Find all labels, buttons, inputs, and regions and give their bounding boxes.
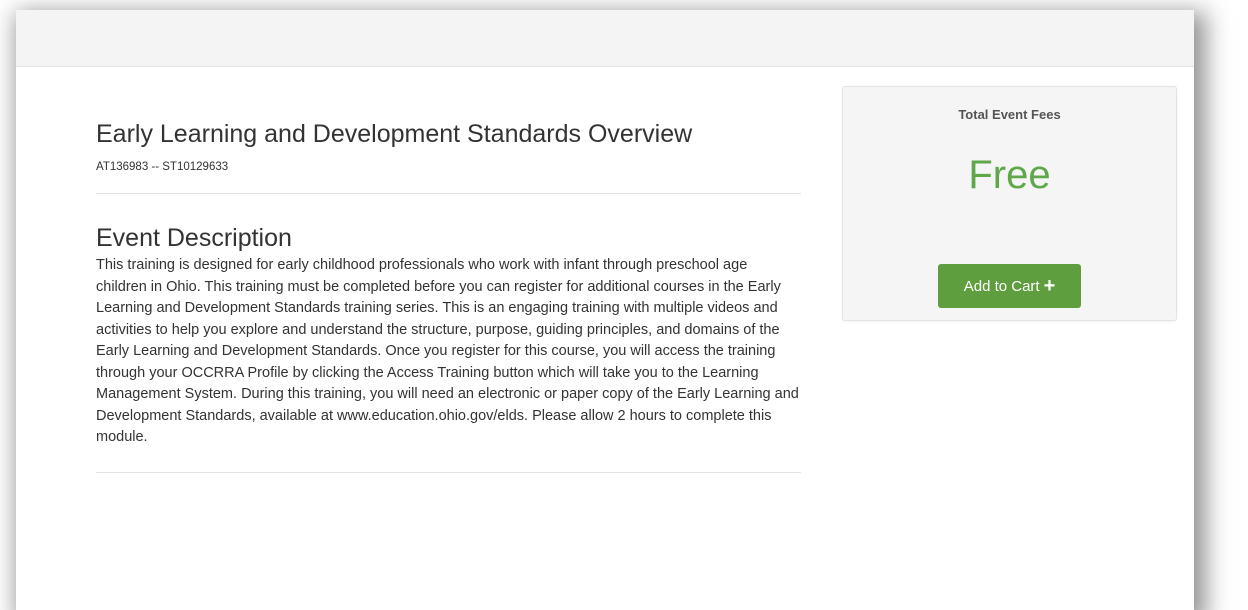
event-description-heading: Event Description (96, 224, 292, 252)
event-page: Early Learning and Development Standards… (16, 67, 1194, 610)
event-fees-panel: Total Event Fees Free Add to Cart + (842, 86, 1177, 321)
divider (96, 471, 801, 473)
event-codes: AT136983 -- ST10129633 (96, 161, 229, 173)
total-event-fees-label: Total Event Fees (958, 107, 1061, 122)
divider (96, 193, 801, 194)
plus-icon: + (1043, 275, 1056, 297)
event-details: Early Learning and Development Standards… (96, 119, 801, 473)
add-to-cart-label: Add to Cart (963, 277, 1040, 295)
event-title: Early Learning and Development Standards… (96, 120, 693, 148)
browser-window: Early Learning and Development Standards… (16, 10, 1194, 610)
add-to-cart-button[interactable]: Add to Cart + (938, 264, 1081, 308)
fee-amount: Free (968, 153, 1051, 197)
event-description-text: This training is designed for early chil… (96, 257, 799, 445)
top-bar (16, 10, 1194, 67)
